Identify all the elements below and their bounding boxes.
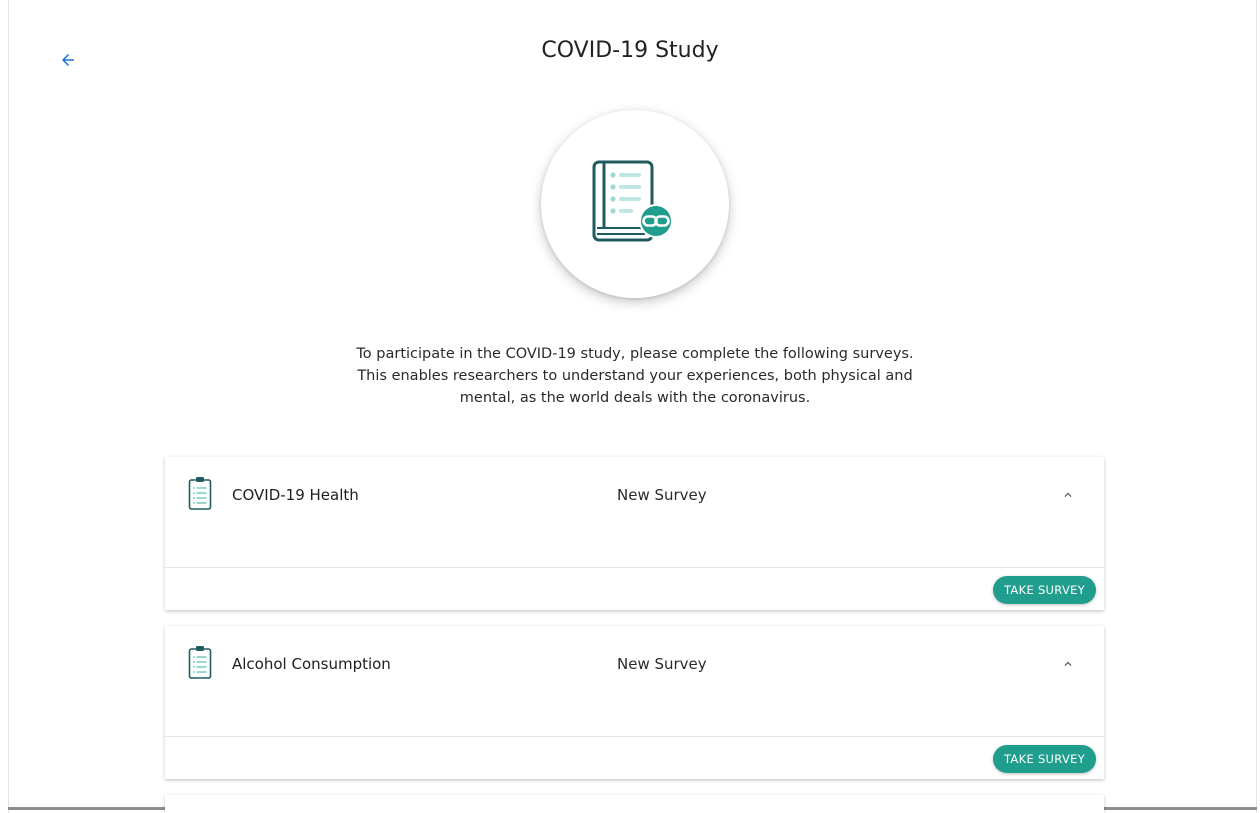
chevron-up-icon xyxy=(1064,492,1072,497)
hero-illustration xyxy=(541,110,729,298)
intro-text: To participate in the COVID-19 study, pl… xyxy=(356,346,914,406)
book-link-icon xyxy=(592,160,673,242)
clipboard-icon xyxy=(188,646,212,679)
take-survey-button[interactable]: TAKE SURVEY xyxy=(993,745,1096,773)
page-title: COVID-19 Study xyxy=(541,38,719,63)
survey-title: Alcohol Consumption xyxy=(232,655,391,673)
survey-title: COVID-19 Health xyxy=(232,486,359,504)
window-edge-right xyxy=(1256,0,1257,813)
survey-card-header[interactable]: COVID-19 Health New Survey xyxy=(165,457,1104,567)
window-edge-left xyxy=(8,0,9,813)
survey-status: New Survey xyxy=(617,655,707,673)
chevron-up-icon xyxy=(1064,661,1072,666)
survey-card-header[interactable]: Alcohol Consumption New Survey xyxy=(165,626,1104,736)
survey-card: COVID-19 Health New Survey TAKE SURVEY xyxy=(165,457,1104,610)
collapse-button[interactable] xyxy=(1058,654,1078,674)
survey-status: New Survey xyxy=(617,486,707,504)
survey-card: Alcohol Consumption New Survey TAKE SURV… xyxy=(165,626,1104,779)
survey-card-footer: TAKE SURVEY xyxy=(165,567,1104,610)
app-window: COVID-19 Study To participate in the COV… xyxy=(0,0,1260,813)
survey-card-footer: TAKE SURVEY xyxy=(165,736,1104,779)
collapse-button[interactable] xyxy=(1058,485,1078,505)
clipboard-icon xyxy=(188,477,212,510)
take-survey-button[interactable]: TAKE SURVEY xyxy=(993,576,1096,604)
survey-card-partial xyxy=(165,795,1104,813)
